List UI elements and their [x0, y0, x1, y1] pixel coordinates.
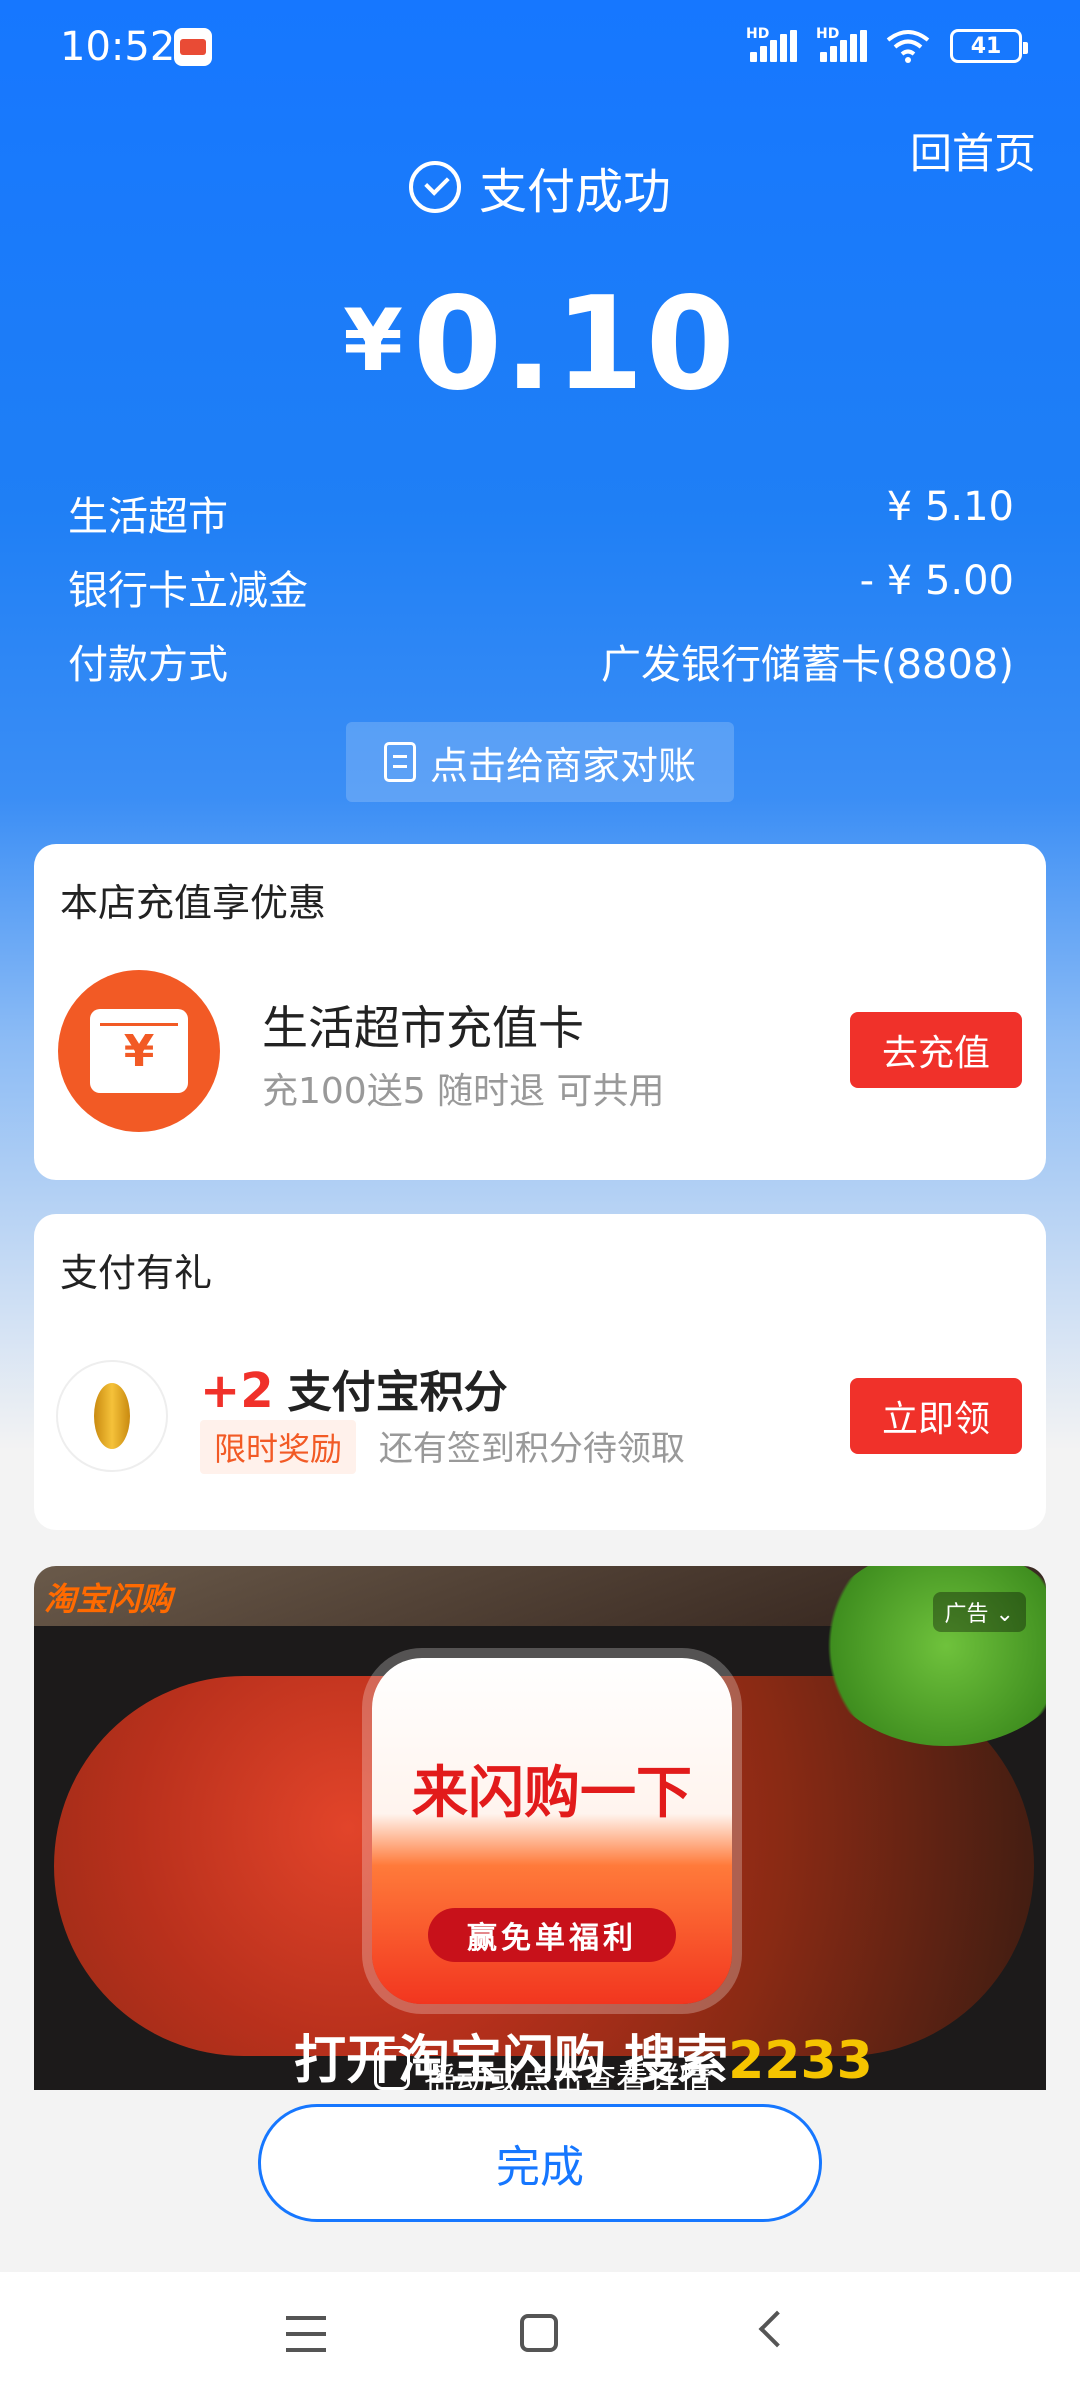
reconcile-button[interactable]: 点击给商家对账: [346, 722, 734, 802]
detail-label: 银行卡立减金: [68, 568, 308, 614]
ad-brand-logo: 淘宝闪购: [44, 1580, 173, 1618]
success-text: 支付成功: [478, 164, 671, 220]
reward-desc-line: 限时奖励 还有签到积分待领取: [200, 1420, 685, 1474]
detail-label: 付款方式: [68, 642, 228, 688]
amount-value: 0.10: [413, 270, 737, 419]
status-icons: HD HD 41: [746, 26, 1028, 66]
reward-desc: 还有签到积分待领取: [378, 1429, 685, 1469]
recharge-item-desc: 充100送5 随时退 可共用: [262, 1071, 665, 1112]
shake-phone-icon: [374, 2046, 410, 2090]
detail-row-merchant: 生活超市 ¥ 5.10: [68, 484, 1014, 542]
home-icon[interactable]: [520, 2314, 558, 2352]
currency-symbol: ¥: [343, 291, 404, 391]
ad-hint-text: 摇动或点击查看详情: [424, 2060, 713, 2090]
ad-badge-title: 来闪购一下: [412, 1761, 692, 1826]
signal-icon-2: HD: [816, 26, 867, 66]
ad-badge-pill: 赢免单福利: [428, 1908, 676, 1962]
claim-button[interactable]: 立即领: [850, 1378, 1022, 1454]
ad-label-button[interactable]: 广告 ⌄: [932, 1592, 1026, 1632]
ad-banner[interactable]: 淘宝闪购 广告 ⌄ 来闪购一下 赢免单福利 打开淘宝闪购 搜索2233 摇动或点…: [34, 1566, 1046, 2090]
limited-time-tag: 限时奖励: [200, 1420, 357, 1474]
signal-icon: HD: [746, 26, 797, 66]
menu-icon[interactable]: [286, 2316, 326, 2352]
points-coin-icon: [56, 1360, 168, 1472]
card-title: 本店充值享优惠: [60, 881, 327, 925]
reconcile-label: 点击给商家对账: [429, 743, 696, 788]
card-title: 支付有礼: [60, 1251, 213, 1295]
back-icon[interactable]: [758, 2310, 796, 2348]
payment-amount: ¥0.10: [0, 270, 1080, 419]
status-time: 10:52: [60, 24, 176, 70]
system-nav-bar: [0, 2272, 1080, 2400]
wifi-icon: [886, 30, 930, 63]
battery-icon: 41: [950, 29, 1028, 63]
points-label: 支付宝积分: [287, 1367, 508, 1418]
detail-value: - ¥ 5.00: [859, 558, 1014, 604]
detail-value: 广发银行储蓄卡(8808): [600, 642, 1014, 688]
document-icon: [383, 742, 416, 782]
ad-badge[interactable]: 来闪购一下 赢免单福利: [372, 1658, 732, 2004]
recharge-offer-card: 本店充值享优惠 ¥ 生活超市充值卡 充100送5 随时退 可共用 去充值: [34, 844, 1046, 1180]
points-value: +2: [200, 1363, 274, 1419]
points-line: +2 支付宝积分: [200, 1356, 508, 1420]
recharge-item-name: 生活超市充值卡: [262, 1001, 584, 1055]
recharge-button[interactable]: 去充值: [850, 1012, 1022, 1088]
done-button[interactable]: 完成: [258, 2104, 822, 2222]
status-bar: 10:52 HD HD 41: [0, 0, 1080, 100]
detail-row-payment-method: 付款方式 广发银行储蓄卡(8808): [68, 632, 1014, 690]
detail-label: 生活超市: [68, 494, 228, 540]
detail-row-discount: 银行卡立减金 - ¥ 5.00: [68, 558, 1014, 616]
check-circle-icon: [408, 161, 461, 213]
detail-value: ¥ 5.10: [886, 484, 1014, 530]
payment-reward-card: 支付有礼 +2 支付宝积分 限时奖励 还有签到积分待领取 立即领: [34, 1214, 1046, 1530]
recharge-card-icon: ¥: [58, 970, 220, 1132]
app-notification-icon: [174, 28, 212, 66]
payment-success-title: 支付成功: [0, 152, 1080, 222]
